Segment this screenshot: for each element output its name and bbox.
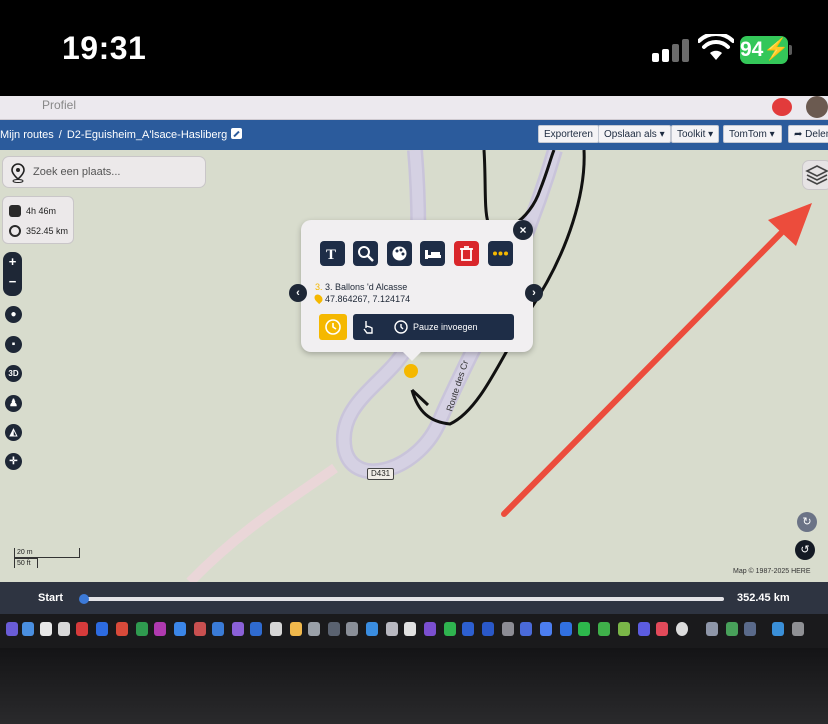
annotation-arrow	[501, 203, 812, 517]
phone-photo: 19:31 94⚡ Profiel Mijn routes / D2-Eguishe…	[0, 0, 828, 724]
